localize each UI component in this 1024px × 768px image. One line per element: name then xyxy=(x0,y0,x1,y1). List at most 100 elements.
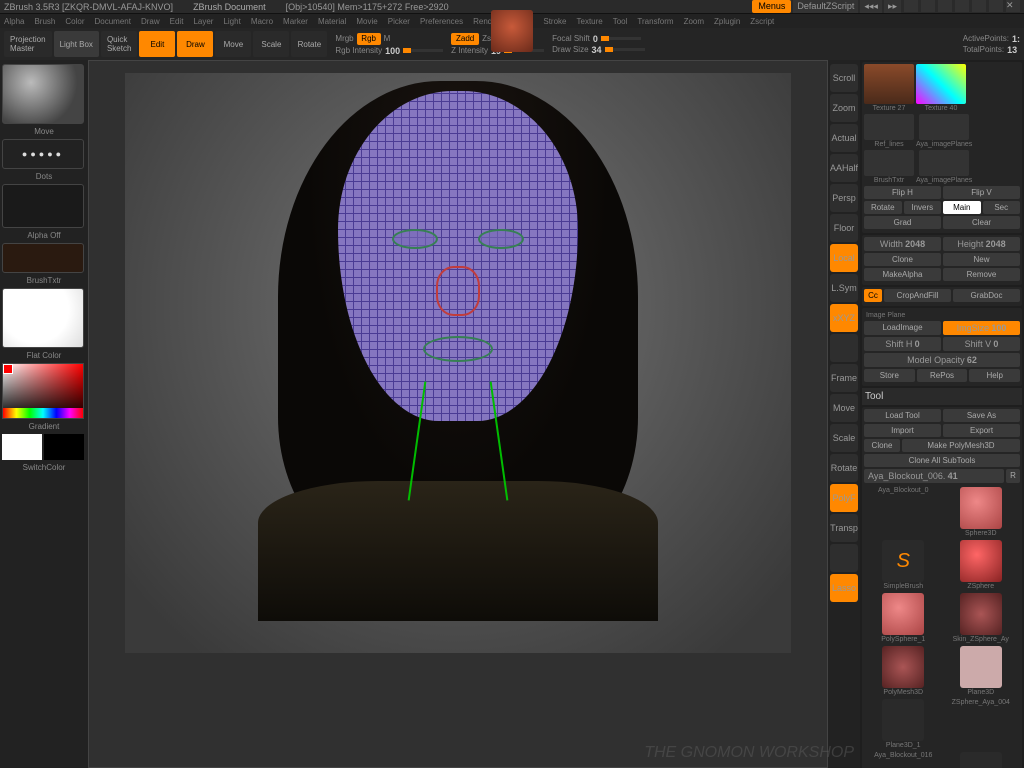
rotate-button[interactable]: Rotate xyxy=(864,201,902,214)
menu-zscript[interactable]: Zscript xyxy=(750,17,774,26)
opacity-field[interactable]: Model Opacity 62 xyxy=(864,353,1020,367)
menu-macro[interactable]: Macro xyxy=(251,17,273,26)
store-button[interactable]: Store xyxy=(864,369,915,382)
clone-tool-button[interactable]: Clone xyxy=(864,439,900,452)
texture-tool-button[interactable] xyxy=(830,544,858,572)
shiftv-field[interactable]: Shift V 0 xyxy=(943,337,1020,351)
nav-right-icon[interactable]: ▸▸ xyxy=(884,0,901,13)
minimize-icon[interactable] xyxy=(972,0,986,12)
tool-thumb[interactable] xyxy=(960,752,1002,768)
rotate-tool-button[interactable]: Rotate xyxy=(830,454,858,482)
zoom-button[interactable]: Zoom xyxy=(830,94,858,122)
draw-size-value[interactable]: 34 xyxy=(592,45,602,55)
height-field[interactable]: Height 2048 xyxy=(943,237,1020,251)
frame-button[interactable]: Frame xyxy=(830,364,858,392)
fliph-button[interactable]: Flip H xyxy=(864,186,941,199)
tool-thumb[interactable] xyxy=(960,540,1002,582)
rgb-intensity-value[interactable]: 100 xyxy=(385,46,400,56)
maximize-icon[interactable] xyxy=(989,0,1003,12)
grabdoc-button[interactable]: GrabDoc xyxy=(953,289,1020,302)
help-button[interactable]: Help xyxy=(969,369,1020,382)
actual-button[interactable]: Actual xyxy=(830,124,858,152)
local-button[interactable]: Local xyxy=(830,244,858,272)
lsym-button[interactable]: L.Sym xyxy=(830,274,858,302)
clear-button[interactable]: Clear xyxy=(943,216,1020,229)
floor-button[interactable]: Floor xyxy=(830,214,858,242)
tool-thumb[interactable] xyxy=(882,593,924,635)
aahalf-button[interactable]: AAHalf xyxy=(830,154,858,182)
current-tool[interactable]: Aya_Blockout_006. 41 xyxy=(864,469,1004,483)
remove-button[interactable]: Remove xyxy=(943,268,1020,281)
menu-transform[interactable]: Transform xyxy=(637,17,673,26)
menus-button[interactable]: Menus xyxy=(752,0,791,13)
tool-panel-header[interactable]: Tool xyxy=(862,388,1022,405)
tool-thumb[interactable]: S xyxy=(882,540,924,582)
projection-master-button[interactable]: Projection Master xyxy=(4,31,52,57)
draw-size-slider[interactable] xyxy=(605,48,645,51)
import-button[interactable]: Import xyxy=(864,424,941,437)
polyf-button[interactable]: PolyF xyxy=(830,484,858,512)
menu-material[interactable]: Material xyxy=(318,17,346,26)
window-icon[interactable] xyxy=(955,0,969,12)
move-button[interactable]: Move xyxy=(215,31,251,57)
misc-button[interactable] xyxy=(830,334,858,362)
menu-alpha[interactable]: Alpha xyxy=(4,17,24,26)
close-icon[interactable]: ✕ xyxy=(1006,0,1020,12)
menu-color[interactable]: Color xyxy=(65,17,84,26)
cloneall-button[interactable]: Clone All SubTools xyxy=(864,454,1020,467)
menu-picker[interactable]: Picker xyxy=(388,17,410,26)
texture-thumb[interactable] xyxy=(864,64,914,104)
texture-preview[interactable] xyxy=(2,243,84,273)
zadd-toggle[interactable]: Zadd xyxy=(451,33,479,45)
rotate-button[interactable]: Rotate xyxy=(291,31,327,57)
canvas[interactable] xyxy=(88,60,828,768)
viewport[interactable] xyxy=(125,73,791,653)
lightbox-button[interactable]: Light Box xyxy=(54,31,99,57)
invers-button[interactable]: Invers xyxy=(904,201,942,214)
menu-zoom[interactable]: Zoom xyxy=(684,17,704,26)
rgb-intensity-slider[interactable] xyxy=(403,49,443,52)
draw-button[interactable]: Draw xyxy=(177,31,213,57)
focal-shift-slider[interactable] xyxy=(601,37,641,40)
grad-button[interactable]: Grad xyxy=(864,216,941,229)
m-toggle[interactable]: M xyxy=(384,34,391,43)
imgsize-field[interactable]: ImgSize 100 xyxy=(943,321,1020,335)
menu-preferences[interactable]: Preferences xyxy=(420,17,463,26)
quicksketch-button[interactable]: Quick Sketch xyxy=(101,31,137,57)
tool-thumb[interactable] xyxy=(960,487,1002,529)
mrgb-toggle[interactable]: Mrgb xyxy=(335,34,353,43)
shifth-field[interactable]: Shift H 0 xyxy=(864,337,941,351)
menu-document[interactable]: Document xyxy=(95,17,131,26)
makepoly-button[interactable]: Make PolyMesh3D xyxy=(902,439,1020,452)
flipv-button[interactable]: Flip V xyxy=(943,186,1020,199)
menu-tool[interactable]: Tool xyxy=(613,17,628,26)
export-button[interactable]: Export xyxy=(943,424,1020,437)
window-icon[interactable] xyxy=(921,0,935,12)
window-icon[interactable] xyxy=(904,0,918,12)
move-tool-button[interactable]: Move xyxy=(830,394,858,422)
menu-movie[interactable]: Movie xyxy=(356,17,377,26)
r-button[interactable]: R xyxy=(1006,469,1020,483)
persp-button[interactable]: Persp xyxy=(830,184,858,212)
texture-thumb[interactable] xyxy=(864,114,914,140)
tool-thumb[interactable] xyxy=(960,646,1002,688)
texture-thumb[interactable] xyxy=(919,150,969,176)
switch-color-button[interactable]: SwitchColor xyxy=(2,462,86,473)
transp-button[interactable]: Transp xyxy=(830,514,858,542)
menu-light[interactable]: Light xyxy=(223,17,240,26)
menu-texture[interactable]: Texture xyxy=(577,17,603,26)
stroke-preview[interactable]: ●●●●● xyxy=(2,139,84,169)
alpha-preview[interactable] xyxy=(2,184,84,228)
edit-button[interactable]: Edit xyxy=(139,31,175,57)
brush-preview[interactable] xyxy=(2,64,84,124)
tool-thumb[interactable] xyxy=(882,699,924,741)
repos-button[interactable]: RePos xyxy=(917,369,968,382)
new-button[interactable]: New xyxy=(943,253,1020,266)
nav-left-icon[interactable]: ◂◂◂ xyxy=(860,0,882,13)
tool-thumb[interactable] xyxy=(960,593,1002,635)
mesh-head[interactable] xyxy=(338,91,578,421)
makealpha-button[interactable]: MakeAlpha xyxy=(864,268,941,281)
material-preview[interactable] xyxy=(2,288,84,348)
texture-thumb[interactable] xyxy=(916,64,966,104)
scroll-button[interactable]: Scroll xyxy=(830,64,858,92)
